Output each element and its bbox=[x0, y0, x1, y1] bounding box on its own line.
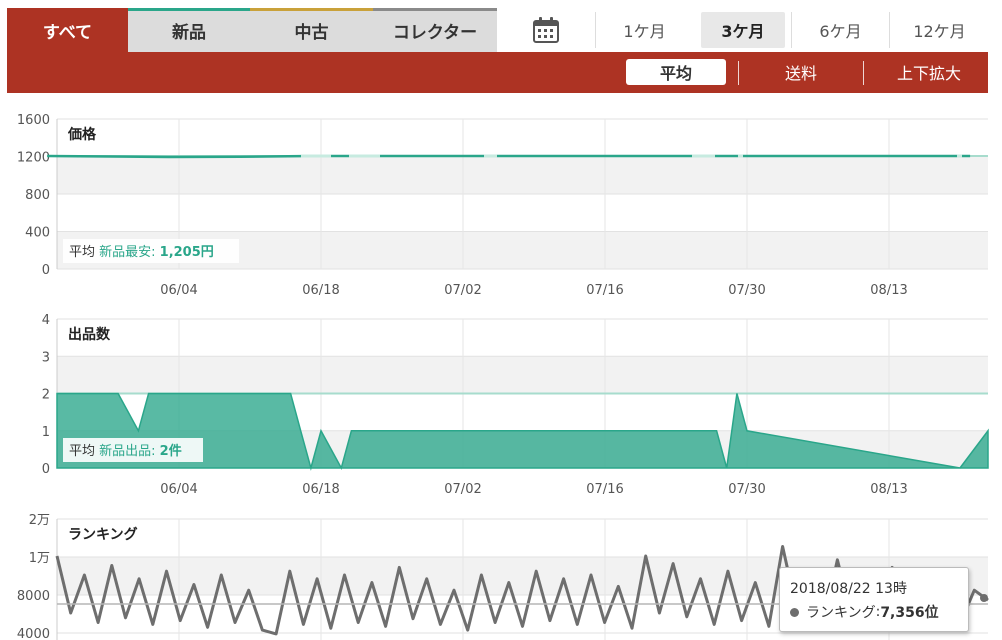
y-tick-label: 1200 bbox=[17, 151, 50, 166]
chart-panel-0: 1600 1200 800 400 0 06/04 06/18 07/02 07/16 07/30… bbox=[17, 113, 988, 298]
x-tick-label: 06/18 bbox=[302, 482, 339, 497]
x-tick-label: 06/04 bbox=[160, 482, 197, 497]
chart-band bbox=[57, 156, 988, 194]
x-tick-label: 06/04 bbox=[160, 283, 197, 298]
y-tick-label: 4000 bbox=[17, 627, 50, 640]
y-tick-label: 800 bbox=[25, 188, 50, 203]
y-tick-label: 1 bbox=[42, 425, 50, 440]
y-tick-label: 3 bbox=[42, 350, 50, 365]
ranking-hover-point bbox=[980, 594, 988, 602]
tooltip-date: 2018/08/22 13時 bbox=[790, 581, 907, 597]
x-tick-label: 07/30 bbox=[728, 482, 765, 497]
y-tick-label: 1万 bbox=[29, 551, 50, 566]
average-series-name: 新品出品: bbox=[99, 443, 160, 459]
y-tick-label: 400 bbox=[25, 226, 50, 241]
average-label: 平均 新品最安: 1,205円 bbox=[69, 244, 214, 260]
x-tick-label: 08/13 bbox=[870, 482, 907, 497]
tooltip-value: 7,356位 bbox=[880, 605, 939, 621]
average-value: 2件 bbox=[160, 443, 182, 459]
average-prefix: 平均 bbox=[69, 245, 99, 260]
y-tick-label: 0 bbox=[42, 263, 50, 278]
chart-title: 出品数 bbox=[68, 326, 111, 343]
average-label: 平均 新品出品: 2件 bbox=[69, 443, 182, 459]
y-tick-label: 0 bbox=[42, 462, 50, 477]
x-tick-label: 08/13 bbox=[870, 283, 907, 298]
x-tick-label: 07/02 bbox=[444, 482, 481, 497]
x-tick-label: 07/16 bbox=[586, 482, 623, 497]
average-prefix: 平均 bbox=[69, 444, 99, 459]
history-charts: 16001200800400006/04 06/18 07/02 07/16 07/30… bbox=[17, 113, 989, 640]
y-tick-label: 2万 bbox=[29, 513, 50, 528]
average-series-name: 新品最安: bbox=[99, 244, 160, 260]
y-tick-label: 4 bbox=[42, 313, 50, 328]
y-tick-label: 8000 bbox=[17, 589, 50, 604]
x-tick-label: 07/30 bbox=[728, 283, 765, 298]
y-tick-label: 1600 bbox=[17, 113, 50, 128]
chart-title: ランキング bbox=[68, 526, 138, 543]
chart-title: 価格 bbox=[67, 126, 97, 143]
tooltip-label: ランキング bbox=[806, 605, 876, 621]
y-tick-label: 2 bbox=[42, 388, 50, 403]
chart-band bbox=[57, 356, 988, 394]
x-tick-label: 07/16 bbox=[586, 283, 623, 298]
chart-panel-1: 4 3 2 1 0 06/04 06/18 07/02 07/16 07/30 08/13 出品数平均… bbox=[42, 313, 989, 497]
average-value: 1,205円 bbox=[160, 245, 214, 260]
x-tick-label: 07/02 bbox=[444, 283, 481, 298]
tooltip-series-dot bbox=[790, 607, 799, 617]
ranking-tooltip: 2018/08/22 13時 ランキング: 7,356位 bbox=[779, 567, 969, 632]
x-tick-label: 06/18 bbox=[302, 283, 339, 298]
price-series-line bbox=[47, 154, 971, 159]
